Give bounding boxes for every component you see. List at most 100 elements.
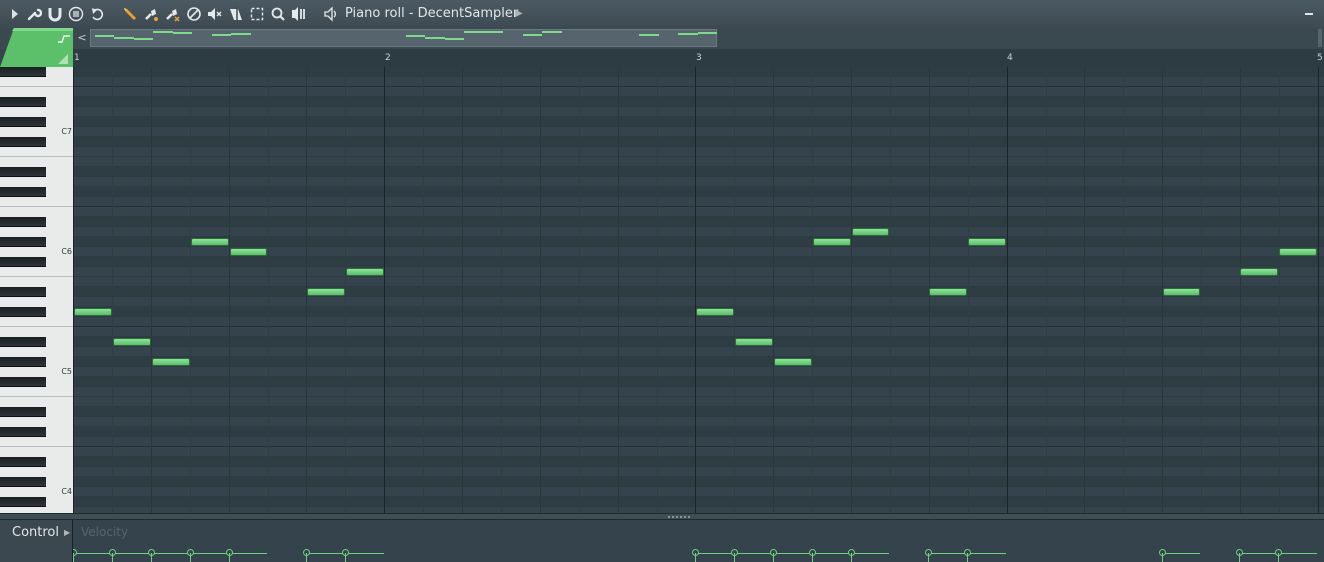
note-f5[interactable] bbox=[1240, 268, 1279, 276]
beat-line bbox=[540, 67, 541, 513]
velocity-bar bbox=[348, 553, 385, 554]
title-menu-arrow-icon[interactable]: ▶ bbox=[515, 6, 523, 22]
note-gsharp5[interactable] bbox=[190, 238, 229, 246]
black-key[interactable] bbox=[0, 457, 46, 467]
overview-note bbox=[172, 31, 193, 34]
note-csharp5[interactable] bbox=[74, 308, 112, 316]
grid-row-line bbox=[73, 246, 1324, 247]
beat-line bbox=[579, 67, 580, 513]
black-key[interactable] bbox=[0, 217, 46, 227]
black-key[interactable] bbox=[0, 257, 46, 267]
black-key[interactable] bbox=[0, 187, 46, 197]
velocity-lane[interactable]: Velocity bbox=[73, 520, 1324, 562]
playback-icon[interactable] bbox=[290, 5, 308, 23]
speaker-icon[interactable] bbox=[322, 5, 340, 23]
black-key[interactable] bbox=[0, 497, 46, 507]
beat-line bbox=[1084, 67, 1085, 513]
mute-slash-icon[interactable] bbox=[185, 5, 203, 23]
black-key[interactable] bbox=[0, 427, 46, 437]
select-icon[interactable] bbox=[248, 5, 266, 23]
velocity-bar bbox=[853, 553, 890, 554]
grid-row-line bbox=[73, 326, 1324, 327]
velocity-bar bbox=[1242, 553, 1279, 554]
grid-row-line bbox=[73, 466, 1324, 467]
minimize-button[interactable] bbox=[1300, 4, 1318, 22]
note-asharp4[interactable] bbox=[734, 338, 773, 346]
grid-row-line bbox=[73, 486, 1324, 487]
black-key[interactable] bbox=[0, 67, 46, 77]
menu-circle-icon[interactable] bbox=[67, 5, 85, 23]
piano-keyboard[interactable]: C7 C6 C5 C4 bbox=[0, 67, 74, 513]
note-asharp4[interactable] bbox=[112, 338, 151, 346]
black-key[interactable] bbox=[0, 307, 46, 317]
note-gsharp4[interactable] bbox=[151, 358, 190, 366]
white-key-divider bbox=[0, 396, 73, 397]
black-key[interactable] bbox=[0, 167, 46, 177]
piano-roll-window: Piano roll - DecentSampler ▶ < 1 2 3 4 5… bbox=[0, 0, 1324, 562]
grid-row-line bbox=[73, 86, 1324, 87]
panel-splitter[interactable] bbox=[0, 513, 1324, 520]
pencil-icon[interactable] bbox=[121, 5, 139, 23]
black-key[interactable] bbox=[0, 237, 46, 247]
undo-icon[interactable] bbox=[88, 5, 106, 23]
note-g5[interactable] bbox=[1279, 248, 1318, 256]
paint-brush-icon[interactable] bbox=[142, 5, 160, 23]
black-key[interactable] bbox=[0, 477, 46, 487]
overview-note bbox=[406, 35, 426, 38]
splitter-grip-icon[interactable] bbox=[668, 516, 690, 518]
grid-row-line bbox=[73, 506, 1324, 507]
bar-label-2: 2 bbox=[385, 53, 391, 63]
note-f5[interactable] bbox=[346, 268, 385, 276]
octave-label-c6: C6 bbox=[61, 247, 72, 256]
mute-speaker-icon[interactable] bbox=[205, 5, 223, 23]
grid-row-line bbox=[73, 106, 1324, 107]
note-gsharp5[interactable] bbox=[968, 238, 1007, 246]
scroll-left-icon[interactable]: < bbox=[75, 29, 89, 47]
note-grid[interactable] bbox=[73, 67, 1324, 513]
black-key[interactable] bbox=[0, 407, 46, 417]
velocity-bar bbox=[931, 553, 968, 554]
delete-brush-icon[interactable] bbox=[163, 5, 181, 23]
wrench-icon[interactable] bbox=[25, 5, 43, 23]
play-arrow-icon[interactable] bbox=[6, 5, 24, 23]
black-key[interactable] bbox=[0, 117, 46, 127]
scroll-right-handle[interactable] bbox=[1318, 29, 1322, 47]
overview-note bbox=[114, 36, 134, 39]
zoom-icon[interactable] bbox=[269, 5, 287, 23]
note-dsharp5[interactable] bbox=[307, 288, 346, 296]
overview-note bbox=[697, 31, 718, 34]
beat-line bbox=[1201, 67, 1202, 513]
overview-viewport[interactable] bbox=[90, 29, 718, 47]
slice-icon[interactable] bbox=[227, 5, 245, 23]
black-key[interactable] bbox=[0, 137, 46, 147]
white-key-divider bbox=[0, 276, 73, 277]
note-dsharp5[interactable] bbox=[929, 288, 968, 296]
black-key[interactable] bbox=[0, 377, 46, 387]
velocity-bar bbox=[192, 553, 229, 554]
control-label[interactable]: Control bbox=[12, 525, 59, 541]
white-key-divider bbox=[0, 326, 73, 327]
beat-line bbox=[1046, 67, 1047, 513]
black-key[interactable] bbox=[0, 357, 46, 367]
note-dsharp5[interactable] bbox=[1162, 288, 1201, 296]
black-key[interactable] bbox=[0, 337, 46, 347]
black-key[interactable] bbox=[0, 287, 46, 297]
note-a5[interactable] bbox=[851, 228, 890, 236]
black-key[interactable] bbox=[0, 97, 46, 107]
note-gsharp5[interactable] bbox=[812, 238, 851, 246]
beat-line bbox=[657, 67, 658, 513]
velocity-stem bbox=[345, 553, 347, 562]
note-tool-tab[interactable] bbox=[0, 28, 73, 67]
window-title[interactable]: Piano roll - DecentSampler bbox=[345, 6, 518, 22]
control-arrow-icon[interactable]: ▶ bbox=[64, 527, 70, 539]
velocity-stem bbox=[695, 553, 696, 562]
magnet-icon[interactable] bbox=[46, 5, 64, 23]
note-g5[interactable] bbox=[229, 248, 268, 256]
velocity-bar bbox=[775, 553, 812, 554]
timeline-ruler[interactable]: 1 2 3 4 5 bbox=[73, 49, 1324, 68]
control-selector[interactable]: Control ▶ bbox=[0, 520, 73, 562]
note-csharp5[interactable] bbox=[696, 308, 734, 316]
note-gsharp4[interactable] bbox=[773, 358, 812, 366]
velocity-bar bbox=[970, 553, 1007, 554]
beat-line bbox=[268, 67, 269, 513]
